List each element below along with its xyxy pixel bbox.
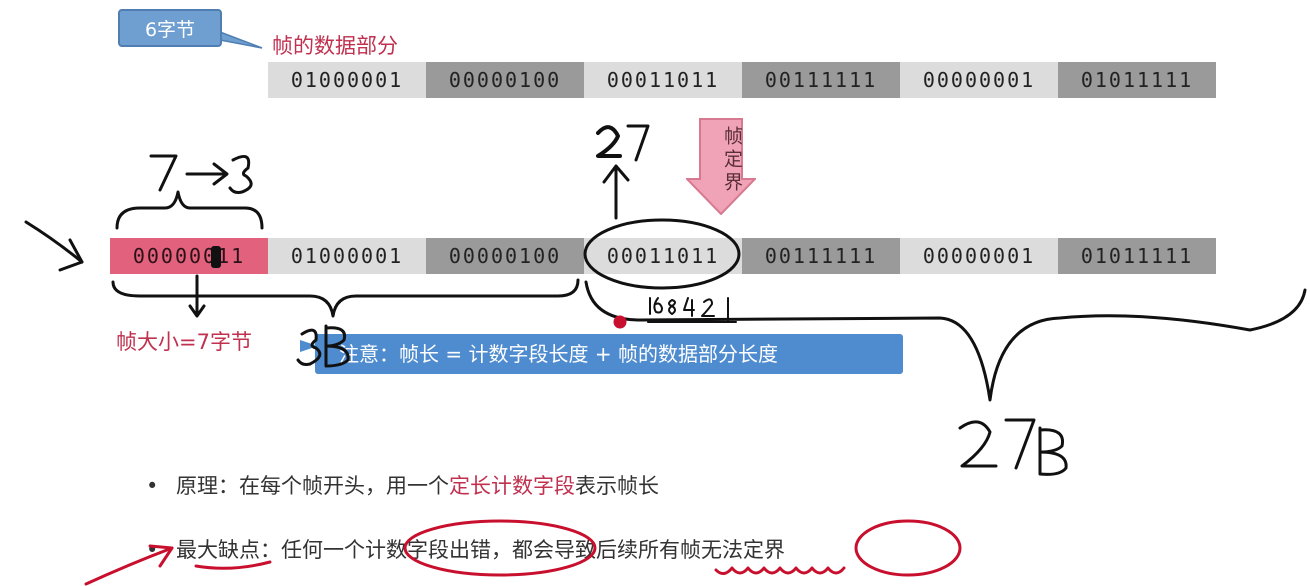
bullet-dot-icon: • bbox=[146, 474, 159, 498]
frame-data-byte-0: 01000001 bbox=[268, 62, 426, 98]
stream-byte-1: 01000001 bbox=[268, 238, 426, 274]
stream-byte-0: 00000011 bbox=[110, 238, 268, 274]
bullet-dot-icon: • bbox=[146, 538, 159, 562]
stream-byte-4: 00111111 bbox=[742, 238, 900, 274]
frame-stream-byte-row: 00000011 01000001 00000100 00011011 00111111… bbox=[110, 238, 1216, 274]
bullet-principle: • 原理：在每个帧开头，用一个定长计数字段表示帧长 bbox=[146, 466, 785, 506]
stream-byte-5: 00000001 bbox=[900, 238, 1058, 274]
stream-byte-3: 00011011 bbox=[584, 238, 742, 274]
frame-data-byte-1: 00000100 bbox=[426, 62, 584, 98]
stream-byte-2: 00000100 bbox=[426, 238, 584, 274]
frame-data-byte-row: 01000001 00000100 00011011 00111111 00000001… bbox=[268, 62, 1216, 98]
frame-data-byte-2: 00011011 bbox=[584, 62, 742, 98]
frame-delimit-label: 帧定界 bbox=[721, 126, 743, 195]
label-frame-size: 帧大小=7字节 bbox=[116, 330, 252, 354]
note-frame-length: 注意：帧长 = 计数字段长度 + 帧的数据部分长度 bbox=[315, 334, 903, 374]
label-frame-data-part: 帧的数据部分 bbox=[272, 34, 398, 58]
bullet-drawback: • 最大缺点：任何一个计数字段出错，都会导致后续所有帧无法定界 bbox=[146, 530, 785, 570]
frame-data-byte-4: 00000001 bbox=[900, 62, 1058, 98]
bullet-drawback-text: 最大缺点：任何一个计数字段出错，都会导致后续所有帧无法定界 bbox=[176, 538, 785, 562]
stream-byte-6: 01011111 bbox=[1058, 238, 1216, 274]
bullet-list: • 原理：在每个帧开头，用一个定长计数字段表示帧长 • 最大缺点：任何一个计数字段出… bbox=[146, 466, 785, 570]
bullet-principle-text: 原理：在每个帧开头，用一个 bbox=[176, 474, 449, 498]
frame-data-byte-3: 00111111 bbox=[742, 62, 900, 98]
bullet-principle-text-end: 表示帧长 bbox=[575, 474, 659, 498]
bullet-principle-highlight: 定长计数字段 bbox=[449, 474, 575, 498]
frame-data-byte-5: 01011111 bbox=[1058, 62, 1216, 98]
callout-6-bytes: 6字节 bbox=[118, 9, 222, 47]
